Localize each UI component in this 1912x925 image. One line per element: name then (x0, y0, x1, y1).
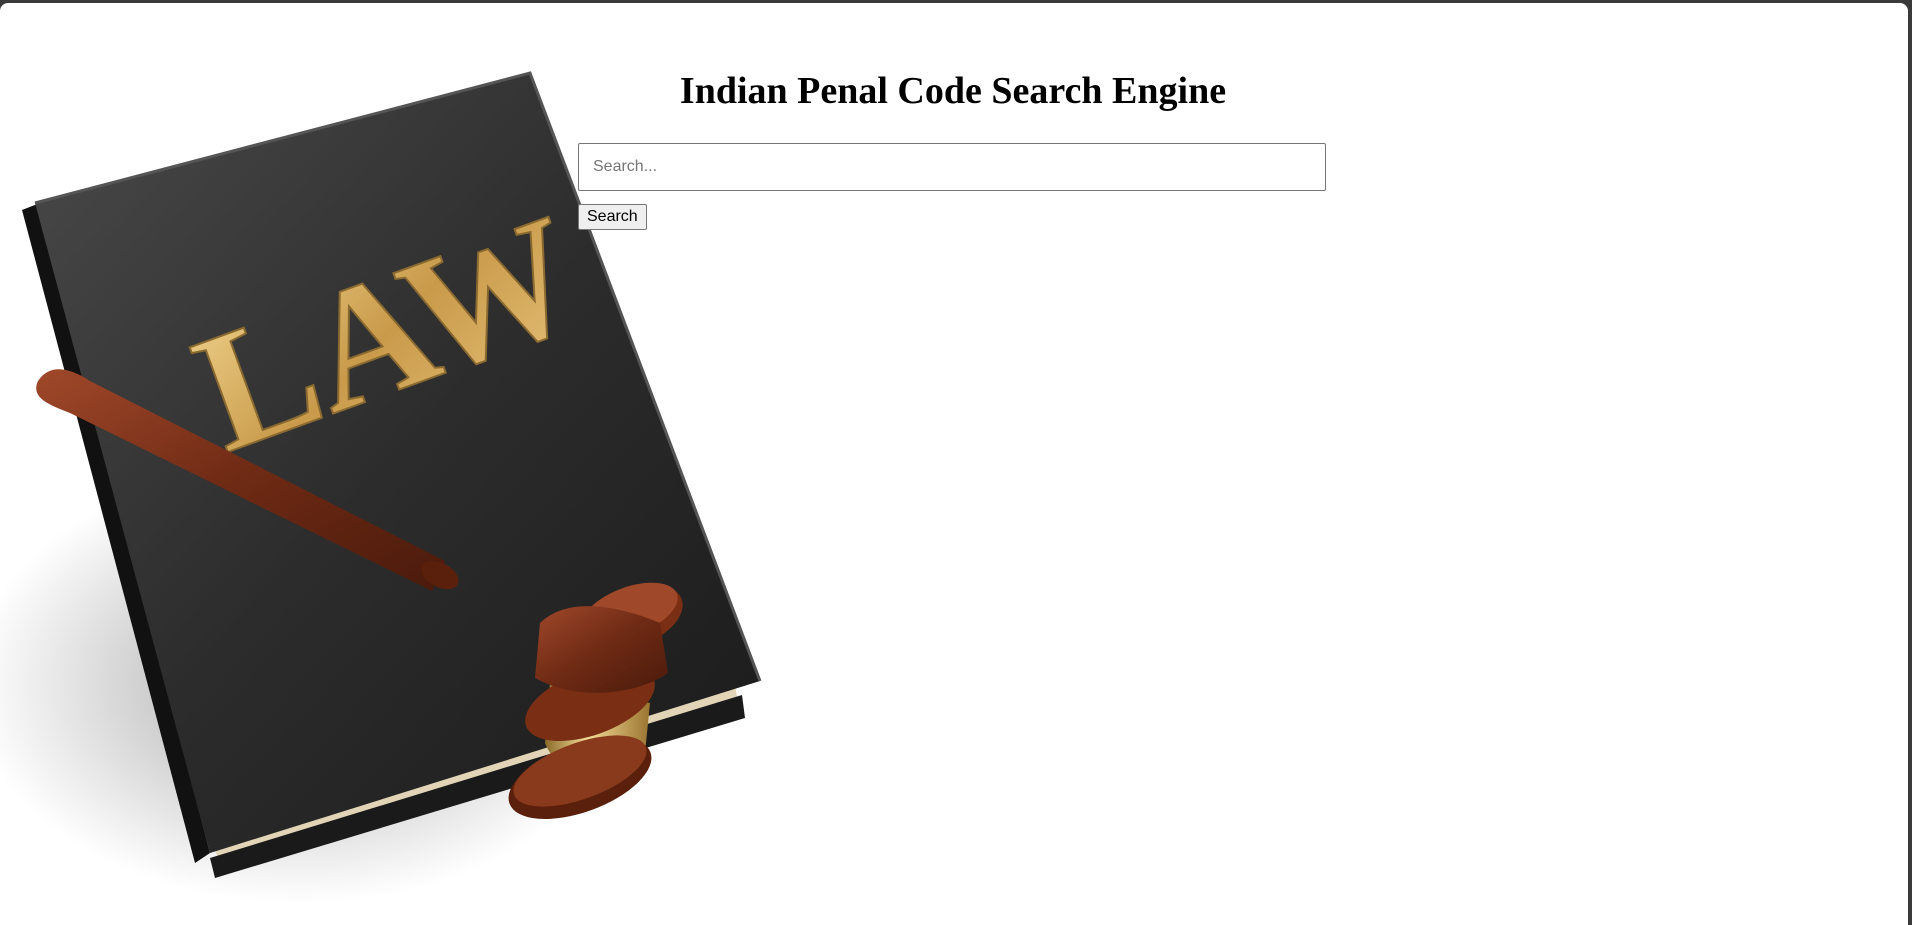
search-button[interactable]: Search (578, 204, 647, 230)
law-book-gavel-image: LAW (0, 71, 762, 903)
page-title: Indian Penal Code Search Engine (679, 70, 1227, 112)
page-viewport: LAW Indian Penal Code Search Engine Sear… (0, 3, 1908, 925)
window-right-edge (1908, 0, 1912, 925)
search-input[interactable] (578, 143, 1326, 191)
